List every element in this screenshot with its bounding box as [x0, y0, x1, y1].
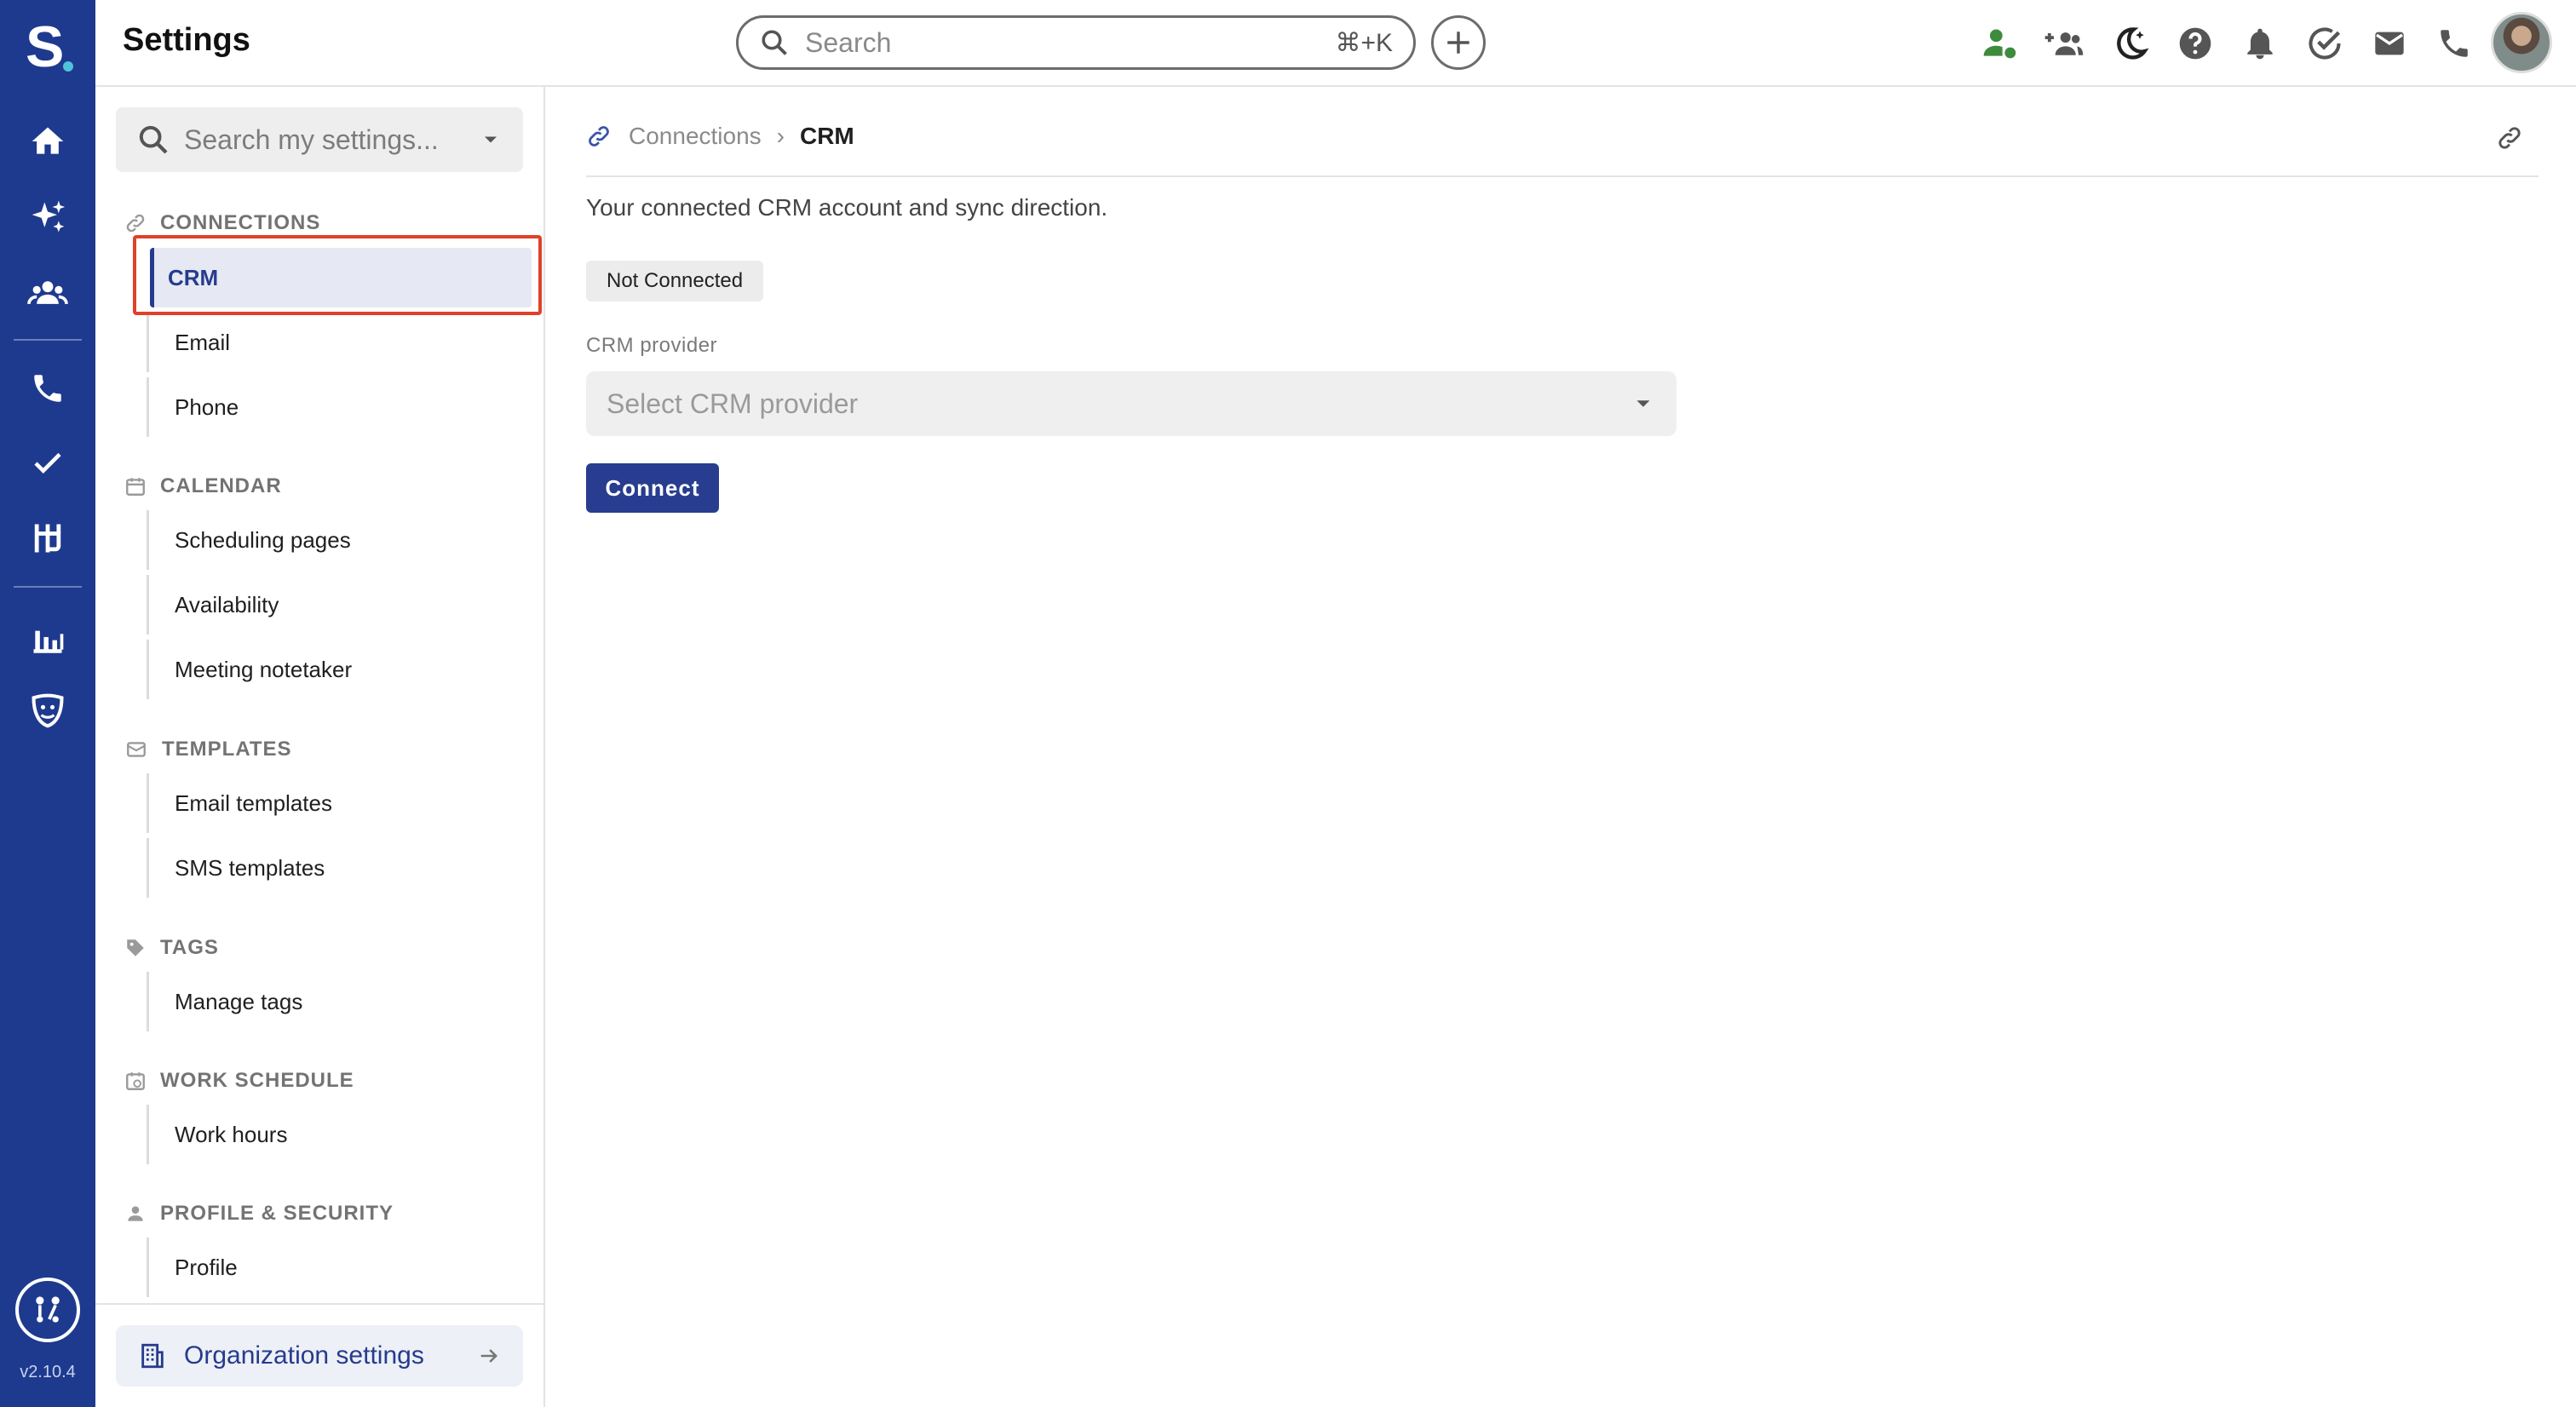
arrow-right-icon [480, 1349, 497, 1363]
section-label: PROFILE & SECURITY [160, 1202, 394, 1225]
sidebar-item-label: Scheduling pages [175, 526, 351, 553]
home-icon[interactable] [24, 118, 72, 165]
global-search-input[interactable]: Search ⌘+K [736, 15, 1416, 70]
search-shortcut: ⌘+K [1335, 28, 1393, 57]
user-status-icon[interactable] [1978, 22, 2021, 65]
schedule-icon [126, 1072, 145, 1090]
sidebar-item-scheduling-pages[interactable]: Scheduling pages [147, 510, 538, 570]
sidebar-item-label: Phone [175, 393, 239, 420]
main-content: Connections › CRM Your connected CRM acc… [545, 87, 2576, 1407]
sidebar-divider [95, 1303, 545, 1305]
mask-icon[interactable] [24, 686, 72, 734]
sequence-icon[interactable] [24, 514, 72, 562]
sidebar-item-label: Manage tags [175, 988, 303, 1014]
caret-down-icon[interactable] [479, 128, 503, 152]
sidebar-item-work-hours[interactable]: Work hours [147, 1105, 538, 1164]
section-templates: TEMPLATES [124, 738, 292, 761]
integrations-icon[interactable] [15, 1278, 80, 1342]
section-label: CONNECTIONS [160, 211, 321, 234]
sidebar-item-meeting-notetaker[interactable]: Meeting notetaker [147, 640, 538, 699]
breadcrumb: Connections › CRM [586, 123, 854, 150]
sidebar-item-sms-templates[interactable]: SMS templates [147, 838, 538, 898]
sidebar-item-label: Profile [175, 1254, 238, 1280]
app-version: v2.10.4 [20, 1363, 76, 1381]
sidebar-item-label: Email templates [175, 790, 332, 816]
team-icon[interactable] [24, 269, 72, 317]
section-label: TEMPLATES [162, 738, 292, 761]
section-work-schedule: WORK SCHEDULE [124, 1069, 354, 1093]
breadcrumb-parent-link[interactable]: Connections [629, 123, 762, 150]
organization-settings-button[interactable]: Organization settings [116, 1325, 523, 1387]
svg-text:S: S [26, 17, 64, 77]
sidebar-item-crm[interactable]: CRM [150, 248, 532, 307]
calendar-icon [126, 478, 145, 496]
section-label: TAGS [160, 936, 219, 959]
sidebar-item-phone[interactable]: Phone [147, 377, 538, 437]
add-contacts-icon[interactable] [2043, 22, 2085, 65]
section-profile-security: PROFILE & SECURITY [124, 1202, 394, 1226]
rail-divider [14, 339, 82, 341]
user-avatar[interactable] [2491, 12, 2552, 73]
section-calendar: CALENDAR [124, 474, 282, 498]
rail-divider [14, 586, 82, 588]
left-rail: S v2.10.4 [0, 0, 95, 1407]
sidebar-item-label: Email [175, 329, 231, 355]
caret-down-icon [1636, 400, 1650, 407]
section-label: CALENDAR [160, 474, 282, 497]
sidebar-item-email[interactable]: Email [147, 313, 538, 372]
organization-settings-label: Organization settings [184, 1341, 424, 1370]
section-connections: CONNECTIONS [124, 211, 320, 235]
mail-icon[interactable] [2368, 22, 2411, 65]
plus-icon [1447, 32, 1469, 54]
app-logo-icon[interactable]: S [24, 14, 75, 79]
sparkle-icon[interactable] [24, 192, 72, 240]
templates-icon [127, 742, 146, 757]
sidebar-item-email-templates[interactable]: Email templates [147, 773, 538, 833]
sidebar-item-label: CRM [168, 264, 219, 290]
page-title: Settings [123, 22, 250, 58]
sidebar-item-manage-tags[interactable]: Manage tags [147, 972, 538, 1031]
search-icon [762, 30, 787, 55]
sidebar-item-profile[interactable]: Profile [147, 1238, 538, 1297]
settings-sidebar: Search my settings... CONNECTIONS CRM Em… [95, 87, 545, 1407]
sidebar-item-availability[interactable]: Availability [147, 575, 538, 635]
search-icon [139, 125, 168, 154]
header-divider [586, 175, 2539, 177]
crm-provider-select[interactable]: Select CRM provider [586, 371, 1676, 436]
tag-icon [127, 939, 144, 956]
section-label: WORK SCHEDULE [160, 1069, 354, 1092]
app: S v2.10.4 Settings Search ⌘+K Search my … [0, 0, 2576, 1407]
link-icon [589, 126, 609, 146]
tasks-check-icon[interactable] [2303, 22, 2346, 65]
phone-call-icon[interactable] [2433, 22, 2475, 65]
section-tags: TAGS [124, 936, 219, 960]
copy-link-icon[interactable] [2496, 124, 2523, 156]
notifications-bell-icon[interactable] [2239, 22, 2281, 65]
person-icon [128, 1206, 143, 1221]
sidebar-item-label: Work hours [175, 1121, 288, 1147]
do-not-disturb-icon[interactable] [2109, 22, 2152, 65]
chevron-right-icon: › [776, 123, 785, 149]
analytics-icon[interactable] [24, 613, 72, 661]
status-badge: Not Connected [586, 261, 764, 302]
link-icon [126, 214, 145, 233]
create-new-button[interactable] [1431, 15, 1486, 70]
help-icon[interactable] [2174, 22, 2217, 65]
breadcrumb-current: CRM [799, 123, 854, 149]
check-icon[interactable] [24, 439, 72, 487]
search-placeholder: Search [805, 26, 892, 58]
sidebar-item-label: Availability [175, 591, 279, 617]
connect-button[interactable]: Connect [586, 463, 719, 513]
sidebar-item-label: Meeting notetaker [175, 656, 353, 682]
phone-icon[interactable] [24, 365, 72, 412]
crm-provider-label: CRM provider [586, 334, 718, 357]
settings-search-input[interactable]: Search my settings... [116, 107, 523, 172]
sidebar-item-label: SMS templates [175, 854, 325, 881]
building-icon [141, 1343, 164, 1369]
page-description: Your connected CRM account and sync dire… [586, 194, 1108, 221]
settings-search-placeholder: Search my settings... [184, 123, 439, 155]
crm-provider-placeholder: Select CRM provider [607, 388, 859, 419]
top-bar: Settings Search ⌘+K [95, 0, 2576, 87]
